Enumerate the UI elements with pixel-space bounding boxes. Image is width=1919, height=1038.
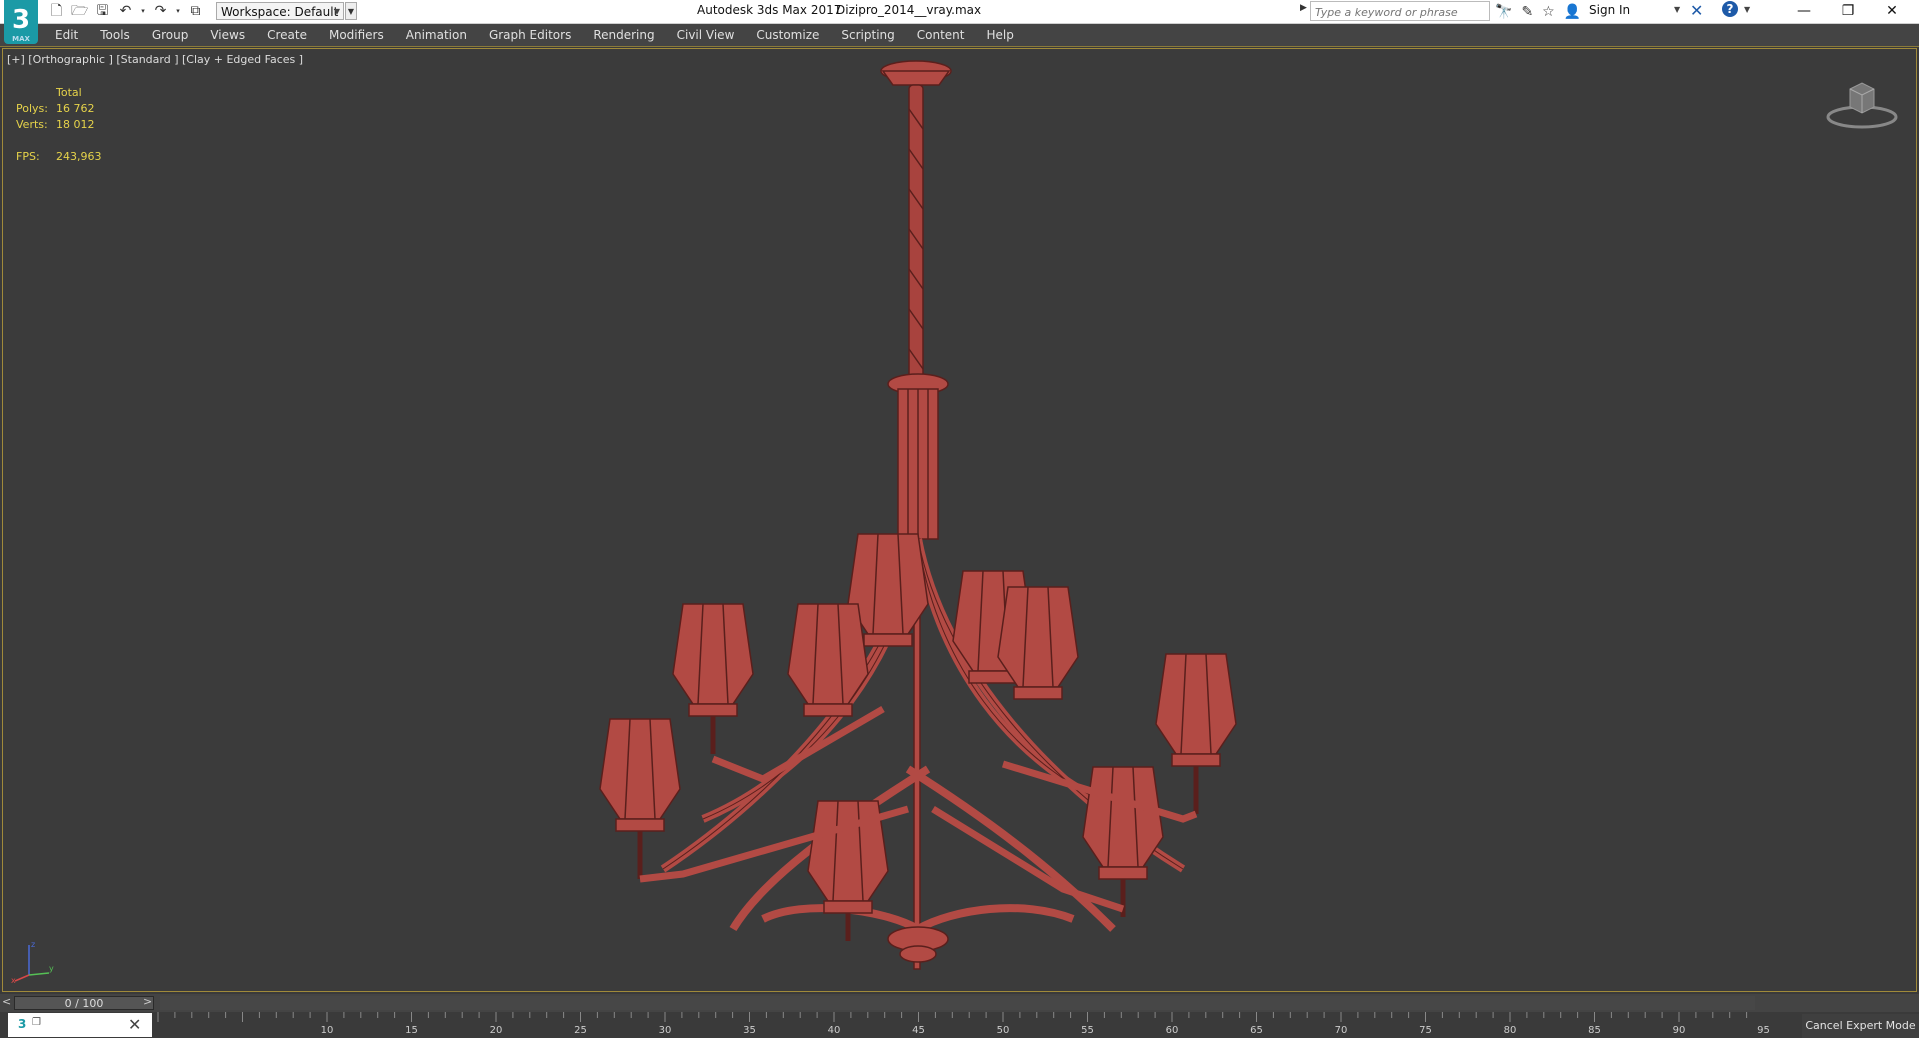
next-frame-button[interactable]: >	[143, 995, 152, 1008]
time-slider-bar: < 0 / 100 >	[0, 994, 1919, 1012]
user-icon[interactable]: 👤	[1564, 4, 1581, 20]
infocenter-icons: 🔭 ✎ ☆ 👤	[1495, 2, 1581, 21]
viewcube-icon[interactable]	[1826, 79, 1898, 135]
axis-tripod-icon: z y x	[11, 940, 54, 985]
bottom-bar: 3 ❐ ✕ 10 15 20 25 30 35 40 45 50 55 60 65 70 75 80 85 90…	[0, 1012, 1919, 1038]
sign-in-button[interactable]: Sign In	[1589, 3, 1630, 17]
help-icon[interactable]: ?	[1722, 1, 1738, 17]
svg-text:x: x	[11, 976, 16, 985]
menu-tools[interactable]: Tools	[100, 28, 152, 42]
workspace-label: Workspace: Default	[221, 5, 339, 19]
previous-frame-button[interactable]: <	[2, 995, 11, 1008]
binoculars-icon[interactable]: 🔭	[1495, 4, 1512, 20]
new-file-icon[interactable]: 🗋	[48, 3, 65, 20]
menu-scripting[interactable]: Scripting	[841, 28, 916, 42]
undo-icon[interactable]: ↶	[117, 3, 134, 20]
cancel-expert-mode-button[interactable]: Cancel Expert Mode	[1802, 1014, 1919, 1038]
maxscript-icon: 3	[18, 1017, 27, 1031]
chandelier-model[interactable]	[3, 49, 1918, 993]
open-file-icon[interactable]: 🗁	[71, 3, 88, 20]
restore-button[interactable]: ❐	[1826, 0, 1870, 22]
lamp-shade	[807, 800, 889, 941]
time-slider-track[interactable]	[160, 996, 1755, 1010]
menu-content[interactable]: Content	[917, 28, 987, 42]
search-box	[1310, 1, 1490, 21]
app-title: Autodesk 3ds Max 2017	[697, 3, 842, 17]
lamp-shade	[1155, 653, 1237, 814]
menu-civil-view[interactable]: Civil View	[677, 28, 757, 42]
ruler-label: 95	[1757, 1025, 1770, 1036]
menu-help[interactable]: Help	[987, 28, 1026, 42]
file-title: Dizipro_2014__vray.max	[836, 3, 982, 17]
chevron-down-icon: ▼	[333, 7, 340, 16]
favorites-star-icon[interactable]: ☆	[1542, 4, 1555, 20]
redo-icon[interactable]: ↷	[152, 3, 169, 20]
customize-qat-dropdown[interactable]: ▼	[345, 2, 357, 20]
close-button[interactable]: ✕	[1870, 0, 1914, 22]
undo-dropdown-icon[interactable]: ▾	[140, 3, 146, 20]
quick-access-toolbar: 🗋 🗁 🖫 ↶ ▾ ↷ ▾ ⧉	[48, 2, 204, 21]
menu-modifiers[interactable]: Modifiers	[329, 28, 406, 42]
workspace-dropdown[interactable]: Workspace: Default ▼	[216, 2, 344, 20]
search-input[interactable]	[1313, 3, 1489, 21]
sign-in-chevron-icon[interactable]: ▼	[1674, 5, 1680, 14]
menu-customize[interactable]: Customize	[756, 28, 841, 42]
menu-rendering[interactable]: Rendering	[593, 28, 676, 42]
menu-group[interactable]: Group	[152, 28, 211, 42]
project-folder-icon[interactable]: ⧉	[187, 3, 204, 20]
save-icon[interactable]: 🖫	[94, 3, 111, 20]
menu-create[interactable]: Create	[267, 28, 329, 42]
minimize-button[interactable]: —	[1782, 0, 1826, 22]
menu-list: Edit Tools Group Views Create Modifiers …	[55, 24, 1026, 46]
svg-text:z: z	[31, 940, 35, 949]
redo-dropdown-icon[interactable]: ▾	[175, 3, 181, 20]
title-bar: 3 MAX 🗋 🗁 🖫 ↶ ▾ ↷ ▾ ⧉ Workspace: Default …	[0, 0, 1919, 44]
close-listener-icon[interactable]: ✕	[128, 1015, 141, 1034]
communication-icon[interactable]: ✎	[1521, 4, 1533, 20]
menu-views[interactable]: Views	[210, 28, 267, 42]
maxscript-listener[interactable]: 3 ❐ ✕	[8, 1013, 152, 1037]
time-slider-thumb[interactable]: 0 / 100	[14, 996, 154, 1010]
search-expand-icon[interactable]: ▶	[1300, 3, 1310, 13]
autodesk-exchange-icon[interactable]: ✕	[1690, 1, 1703, 20]
menu-edit[interactable]: Edit	[55, 28, 100, 42]
window-restore-icon[interactable]: ❐	[32, 1017, 41, 1028]
menu-bar: Edit Tools Group Views Create Modifiers …	[0, 24, 1919, 47]
perspective-viewport[interactable]: [+] [Orthographic ] [Standard ] [Clay + …	[2, 48, 1917, 992]
help-chevron-icon[interactable]: ▼	[1744, 5, 1750, 14]
svg-text:y: y	[49, 964, 54, 973]
app-logo-button[interactable]: 3 MAX	[4, 0, 38, 44]
menu-animation[interactable]: Animation	[406, 28, 489, 42]
track-bar-ruler[interactable]	[152, 1012, 1752, 1038]
menu-graph-editors[interactable]: Graph Editors	[489, 28, 593, 42]
lamp-shade	[599, 718, 681, 879]
lamp-shade	[672, 603, 754, 754]
